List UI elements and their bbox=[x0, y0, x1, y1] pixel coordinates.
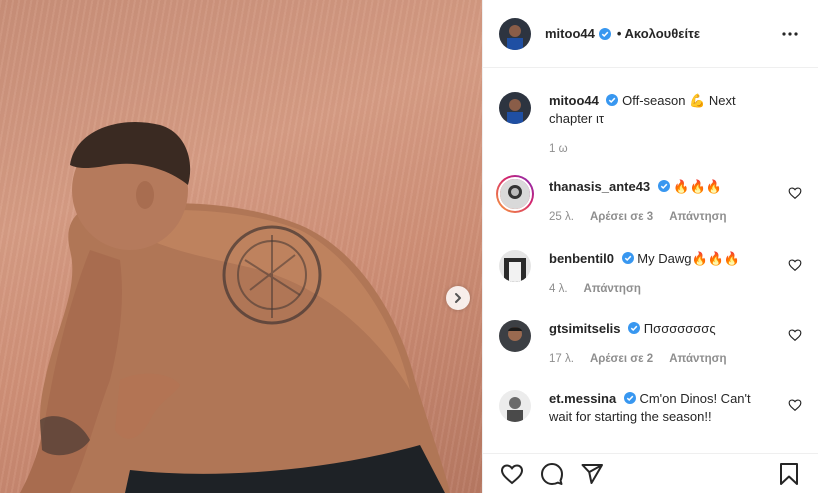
comment-text: Πσσσσσσσς bbox=[643, 321, 716, 336]
post-caption: mitoo44 Off-season 💪 Next chapter ιτ 1 ω bbox=[499, 92, 802, 158]
share-icon bbox=[581, 463, 603, 484]
commenter-avatar[interactable] bbox=[499, 320, 531, 352]
comment-username[interactable]: thanasis_ante43 bbox=[549, 179, 650, 194]
comment-likes[interactable]: Αρέσει σε 2 bbox=[590, 350, 653, 368]
more-options-icon bbox=[782, 32, 798, 36]
caption-username[interactable]: mitoo44 bbox=[549, 93, 599, 108]
verified-badge-icon bbox=[623, 392, 636, 404]
comment-time[interactable]: 25 λ. bbox=[549, 208, 574, 226]
heart-icon[interactable] bbox=[788, 398, 802, 412]
comment-item: et.messina Cm'on Dinos! Can't wait for s… bbox=[499, 390, 802, 426]
share-button[interactable] bbox=[579, 461, 605, 487]
comment-icon bbox=[541, 462, 563, 485]
comment-body: thanasis_ante43 🔥🔥🔥 25 λ. Αρέσει σε 3 Απ… bbox=[549, 178, 802, 226]
verified-badge-icon bbox=[657, 180, 670, 192]
verified-badge-icon bbox=[628, 322, 641, 334]
reply-button[interactable]: Απάντηση bbox=[584, 280, 641, 298]
post-actions-bar bbox=[483, 453, 818, 493]
chevron-right-icon bbox=[455, 293, 461, 303]
athlete-photo-illustration bbox=[20, 121, 450, 493]
reply-button[interactable]: Απάντηση bbox=[669, 208, 726, 226]
comment-username[interactable]: benbentil0 bbox=[549, 251, 614, 266]
comment-username[interactable]: gtsimitselis bbox=[549, 321, 621, 336]
author-avatar[interactable] bbox=[499, 17, 531, 50]
reply-button[interactable]: Απάντηση bbox=[669, 350, 726, 368]
comment-text: My Dawg🔥🔥🔥 bbox=[637, 251, 741, 266]
more-options-button[interactable] bbox=[778, 22, 802, 46]
bookmark-icon bbox=[780, 462, 798, 485]
author-username[interactable]: mitoo44 bbox=[545, 26, 595, 41]
comment-item: benbentil0 My Dawg🔥🔥🔥 4 λ. Απάντηση bbox=[499, 250, 802, 298]
author-avatar[interactable] bbox=[499, 92, 531, 124]
comment-item: gtsimitselis Πσσσσσσσς 17 λ. Αρέσει σε 2… bbox=[499, 320, 802, 368]
comment-body: benbentil0 My Dawg🔥🔥🔥 4 λ. Απάντηση bbox=[549, 250, 802, 298]
like-button[interactable] bbox=[499, 461, 525, 487]
comment-likes[interactable]: Αρέσει σε 3 bbox=[590, 208, 653, 226]
comment-body: et.messina Cm'on Dinos! Can't wait for s… bbox=[549, 390, 802, 426]
verified-badge-icon bbox=[606, 94, 619, 106]
comment-item: thanasis_ante43 🔥🔥🔥 25 λ. Αρέσει σε 3 Απ… bbox=[496, 175, 802, 226]
caption-time[interactable]: 1 ω bbox=[549, 140, 568, 158]
comments-list: mitoo44 Off-season 💪 Next chapter ιτ 1 ω… bbox=[483, 68, 818, 453]
heart-icon[interactable] bbox=[788, 258, 802, 272]
save-button[interactable] bbox=[776, 461, 802, 487]
comment-time[interactable]: 4 λ. bbox=[549, 280, 568, 298]
comment-button[interactable] bbox=[539, 461, 565, 487]
next-photo-button[interactable] bbox=[446, 286, 470, 310]
commenter-avatar[interactable] bbox=[499, 390, 531, 422]
heart-icon bbox=[500, 463, 524, 484]
post-header: mitoo44 • Ακολουθείτε bbox=[483, 0, 818, 68]
comment-text: 🔥🔥🔥 bbox=[673, 179, 722, 194]
comment-time[interactable]: 17 λ. bbox=[549, 350, 574, 368]
verified-badge-icon bbox=[598, 27, 611, 40]
comment-username[interactable]: et.messina bbox=[549, 391, 616, 406]
post-photo bbox=[0, 0, 482, 493]
instagram-post: mitoo44 • Ακολουθείτε mitoo44 Off-season… bbox=[0, 0, 818, 493]
commenter-avatar[interactable] bbox=[499, 250, 531, 282]
following-label[interactable]: • Ακολουθείτε bbox=[617, 26, 700, 41]
comments-fade bbox=[483, 443, 818, 453]
heart-icon[interactable] bbox=[788, 186, 802, 200]
commenter-avatar[interactable] bbox=[496, 175, 534, 213]
comment-body: gtsimitselis Πσσσσσσσς 17 λ. Αρέσει σε 2… bbox=[549, 320, 802, 368]
caption-body: mitoo44 Off-season 💪 Next chapter ιτ 1 ω bbox=[549, 92, 802, 158]
verified-badge-icon bbox=[621, 252, 634, 264]
heart-icon[interactable] bbox=[788, 328, 802, 342]
post-side-panel: mitoo44 • Ακολουθείτε mitoo44 Off-season… bbox=[482, 0, 818, 493]
